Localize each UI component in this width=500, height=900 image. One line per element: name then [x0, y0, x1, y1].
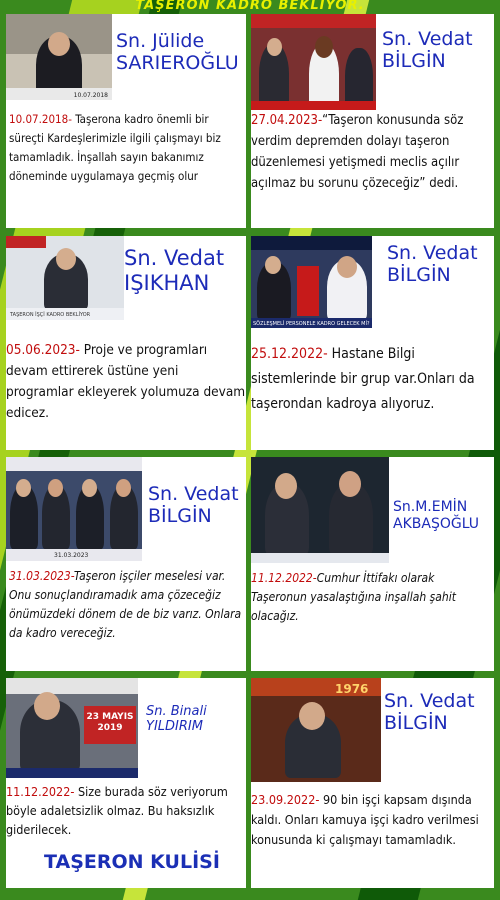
speaker-photo: 1976 — [251, 678, 381, 782]
speaker-photo: SÖZLEŞMELİ PERSONELE KADRO GELECEK Mİ? — [251, 236, 372, 328]
page-title: TAŞERON KADRO BEKLİYOR. — [135, 0, 365, 13]
quote-date: 10.07.2018- — [9, 112, 72, 126]
quote-date: 23.09.2022- — [251, 792, 320, 807]
speaker-name: Sn. Vedat IŞIKHAN — [124, 246, 225, 295]
speaker-photo: 10.07.2018 — [6, 14, 112, 100]
quote-text: 11.12.2022-Cumhur İttifakı olarak Taşero… — [251, 571, 456, 623]
quote-text: 11.12.2022- Size burada söz veriyorum bö… — [6, 784, 228, 837]
speaker-name: Sn. Vedat BİLGİN — [382, 28, 473, 73]
quote-card-bilgin-4: 1976 Sn. Vedat BİLGİN 23.09.2022- 90 bin… — [251, 678, 494, 888]
quote-card-bilgin-1: Sn. Vedat BİLGİN 27.04.2023-“Taşeron kon… — [251, 14, 494, 228]
speaker-photo: TAŞERON İŞÇİ KADRO BEKLİYOR — [6, 236, 124, 320]
quote-date: 31.03.2023- — [9, 569, 74, 583]
speaker-photo — [251, 14, 376, 110]
quote-card-sarieroglu: 10.07.2018 Sn. Jülide SARIEROĞLU 10.07.2… — [6, 14, 246, 228]
quote-text: 31.03.2023-Taşeron işçiler meselesi var.… — [9, 569, 242, 640]
quote-date: 27.04.2023- — [251, 113, 323, 128]
speaker-name: Sn. Vedat BİLGİN — [148, 483, 239, 528]
quote-card-isikhan: TAŞERON İŞÇİ KADRO BEKLİYOR Sn. Vedat IŞ… — [6, 236, 246, 450]
speaker-photo: 23 MAYIS 2019 — [6, 678, 138, 778]
speaker-name: Sn. Vedat BİLGİN — [384, 690, 475, 735]
quote-date: 25.12.2022- — [251, 346, 328, 362]
quote-card-akbasoglu: Sn.M.EMİN AKBAŞOĞLU 11.12.2022-Cumhur İt… — [251, 457, 494, 671]
speaker-photo: 31.03.2023 — [6, 457, 142, 561]
quote-card-bilgin-2: SÖZLEŞMELİ PERSONELE KADRO GELECEK Mİ? S… — [251, 236, 494, 450]
speaker-photo — [251, 457, 389, 563]
speaker-name: Sn.M.EMİN AKBAŞOĞLU — [393, 499, 480, 532]
quote-text: 10.07.2018- Taşerona kadro önemli bir sü… — [9, 112, 221, 183]
quote-text: 27.04.2023-“Taşeron konusunda söz verdim… — [251, 113, 464, 191]
photo-caption: 1976 — [335, 682, 369, 696]
photo-caption: 23 MAYIS 2019 — [86, 712, 134, 733]
quote-card-bilgin-3: 31.03.2023 Sn. Vedat BİLGİN 31.03.2023-T… — [6, 457, 246, 671]
quote-date: 05.06.2023- — [6, 342, 80, 358]
quote-text: 05.06.2023- Proje ve programları devam e… — [6, 342, 246, 421]
photo-caption: TAŞERON İŞÇİ KADRO BEKLİYOR — [10, 312, 91, 318]
photo-caption: 31.03.2023 — [54, 552, 89, 559]
photo-caption: SÖZLEŞMELİ PERSONELE KADRO GELECEK Mİ? — [253, 321, 370, 327]
quote-date: 11.12.2022- — [6, 784, 75, 799]
photo-caption: 10.07.2018 — [73, 92, 108, 99]
speaker-name: Sn. Binali YILDIRIM — [146, 704, 207, 735]
speaker-name: Sn. Jülide SARIEROĞLU — [116, 30, 239, 75]
quote-date: 11.12.2022- — [251, 571, 317, 585]
quote-text: 25.12.2022- Hastane Bilgi sistemlerinde … — [251, 346, 475, 412]
brand-logo-text: TAŞERON KULİSİ — [44, 851, 220, 873]
quote-text: 23.09.2022- 90 bin işçi kapsam dışında k… — [251, 792, 479, 847]
speaker-name: Sn. Vedat BİLGİN — [387, 242, 478, 287]
